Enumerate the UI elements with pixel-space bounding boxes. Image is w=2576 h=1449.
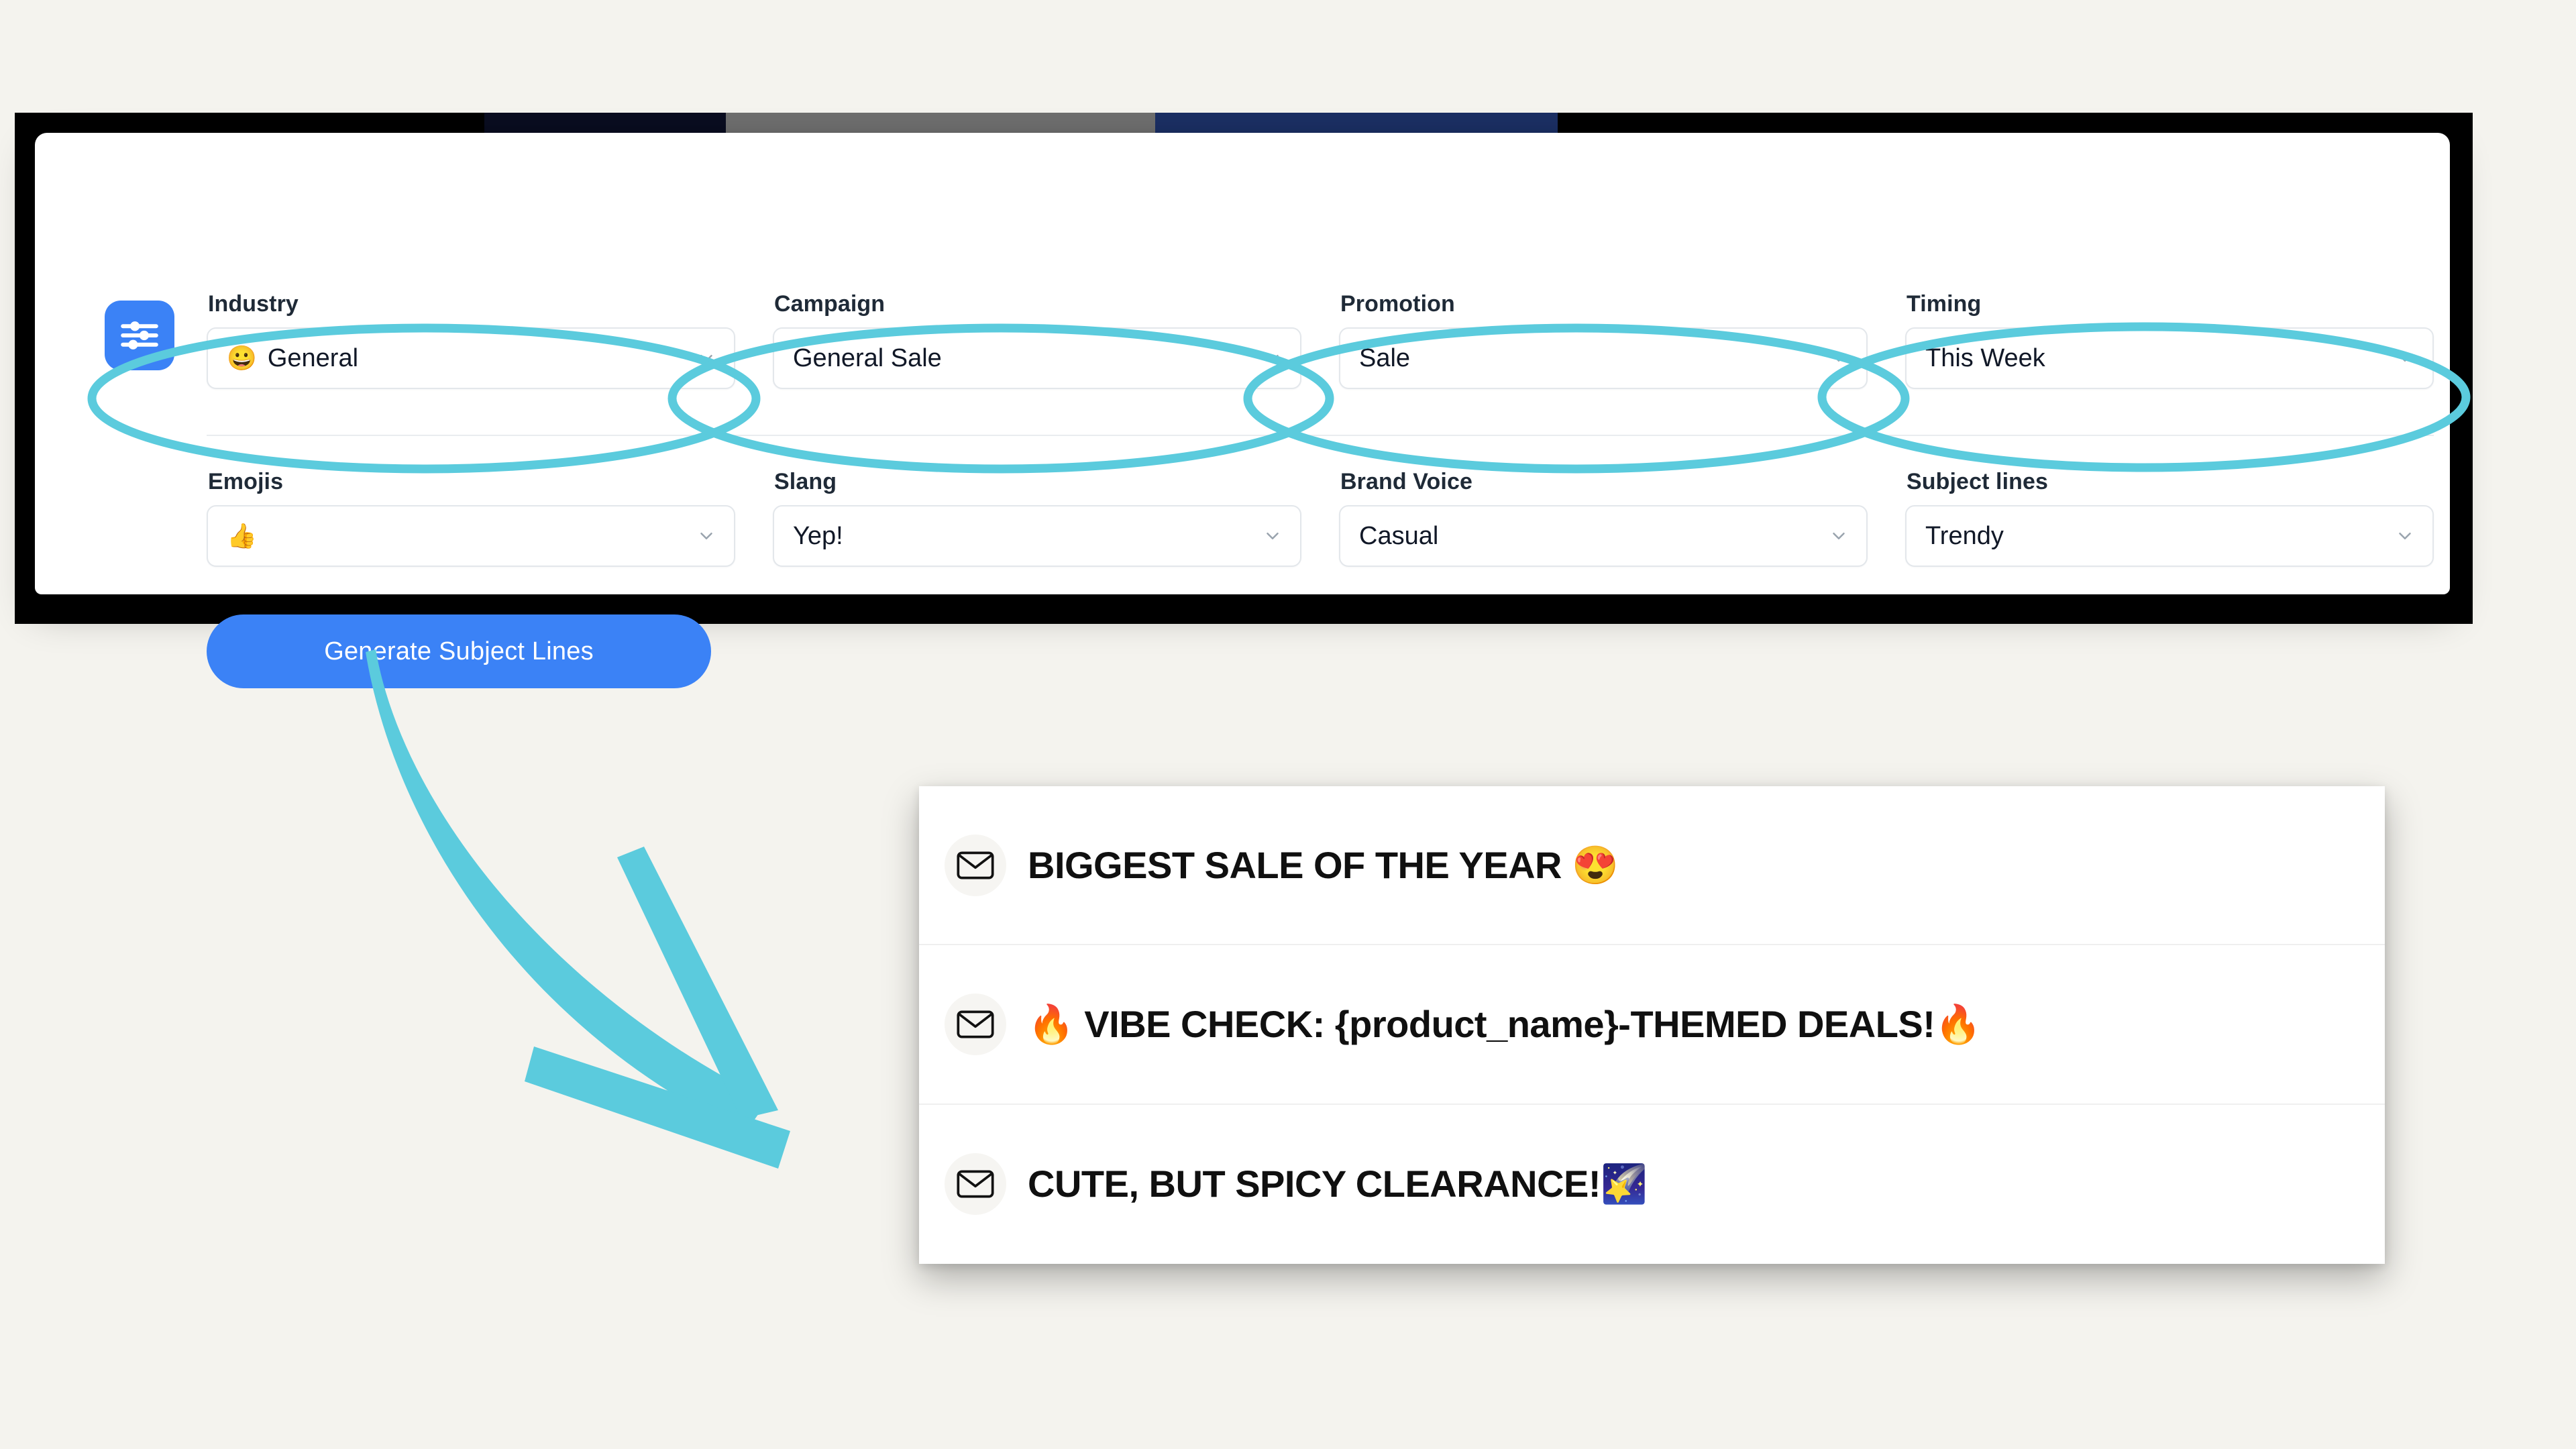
industry-dropdown[interactable]: 😀 General bbox=[207, 327, 735, 389]
pointer-arrow bbox=[366, 649, 790, 1169]
field-campaign: Campaign General Sale bbox=[773, 292, 1301, 389]
industry-value: General bbox=[267, 344, 359, 372]
field-brand-voice: Brand Voice Casual bbox=[1339, 470, 1868, 567]
campaign-value-wrap: General Sale bbox=[793, 345, 942, 371]
subject-line-row[interactable]: CUTE, BUT SPICY CLEARANCE!🌠 bbox=[919, 1105, 2385, 1264]
brand-voice-value-wrap: Casual bbox=[1359, 523, 1438, 549]
chevron-down-icon[interactable] bbox=[1829, 526, 1849, 546]
panel-divider bbox=[207, 435, 2434, 436]
thumbs-up-icon: 👍 bbox=[227, 522, 257, 549]
filters-row-secondary: Emojis 👍 Slang Yep! Brand Voice Casual S… bbox=[207, 470, 2434, 567]
promotion-value-wrap: Sale bbox=[1359, 345, 1410, 371]
label-slang: Slang bbox=[774, 469, 837, 494]
subject-line-text: 🔥 VIBE CHECK: {product_name}-THEMED DEAL… bbox=[1028, 1002, 1982, 1045]
subject-lines-dropdown[interactable]: Trendy bbox=[1905, 505, 2434, 567]
label-subject-lines: Subject lines bbox=[1907, 469, 2049, 494]
subject-line-text: BIGGEST SALE OF THE YEAR 😍 bbox=[1028, 843, 1619, 886]
label-brand-voice: Brand Voice bbox=[1340, 469, 1472, 494]
field-emojis: Emojis 👍 bbox=[207, 470, 735, 567]
label-industry: Industry bbox=[208, 291, 299, 317]
chevron-down-icon[interactable] bbox=[1829, 348, 1849, 368]
subject-lines-value: Trendy bbox=[1925, 522, 2004, 550]
subject-line-text: CUTE, BUT SPICY CLEARANCE!🌠 bbox=[1028, 1163, 1648, 1205]
slang-value-wrap: Yep! bbox=[793, 523, 843, 549]
filters-row-primary: Industry 😀 General Campaign General Sale bbox=[207, 292, 2434, 389]
field-slang: Slang Yep! bbox=[773, 470, 1301, 567]
chevron-down-icon[interactable] bbox=[696, 348, 716, 368]
subject-line-row[interactable]: BIGGEST SALE OF THE YEAR 😍 bbox=[919, 786, 2385, 946]
timing-dropdown[interactable]: This Week bbox=[1905, 327, 2434, 389]
brand-voice-dropdown[interactable]: Casual bbox=[1339, 505, 1868, 567]
timing-value-wrap: This Week bbox=[1925, 345, 2045, 371]
chevron-down-icon[interactable] bbox=[2395, 526, 2415, 546]
generated-subject-lines-card: BIGGEST SALE OF THE YEAR 😍 🔥 VIBE CHECK:… bbox=[919, 786, 2385, 1264]
chevron-down-icon[interactable] bbox=[2395, 348, 2415, 368]
chevron-down-icon[interactable] bbox=[1263, 526, 1283, 546]
subject-line-generator-panel: Industry 😀 General Campaign General Sale bbox=[35, 133, 2450, 688]
envelope-icon bbox=[945, 834, 1006, 896]
timing-value: This Week bbox=[1925, 344, 2045, 372]
field-industry: Industry 😀 General bbox=[207, 292, 735, 389]
sliders-icon bbox=[105, 301, 174, 370]
promotion-value: Sale bbox=[1359, 344, 1411, 372]
slang-value: Yep! bbox=[793, 522, 843, 550]
industry-value-wrap: 😀 General bbox=[227, 345, 358, 371]
subject-lines-value-wrap: Trendy bbox=[1925, 523, 2004, 549]
subject-line-row[interactable]: 🔥 VIBE CHECK: {product_name}-THEMED DEAL… bbox=[919, 945, 2385, 1105]
label-promotion: Promotion bbox=[1340, 291, 1455, 317]
chevron-down-icon[interactable] bbox=[696, 526, 716, 546]
emojis-value-wrap: 👍 bbox=[227, 524, 268, 548]
label-timing: Timing bbox=[1907, 291, 1982, 317]
slang-dropdown[interactable]: Yep! bbox=[773, 505, 1301, 567]
label-campaign: Campaign bbox=[774, 291, 885, 317]
chevron-down-icon[interactable] bbox=[1263, 348, 1283, 368]
field-timing: Timing This Week bbox=[1905, 292, 2434, 389]
label-emojis: Emojis bbox=[208, 469, 284, 494]
brand-voice-value: Casual bbox=[1359, 522, 1439, 550]
field-subject-lines: Subject lines Trendy bbox=[1905, 470, 2434, 567]
generate-subject-lines-button[interactable]: Generate Subject Lines bbox=[207, 614, 711, 688]
envelope-icon bbox=[945, 993, 1006, 1055]
field-promotion: Promotion Sale bbox=[1339, 292, 1868, 389]
emojis-dropdown[interactable]: 👍 bbox=[207, 505, 735, 567]
envelope-icon bbox=[945, 1153, 1006, 1216]
campaign-value: General Sale bbox=[793, 344, 942, 372]
promotion-dropdown[interactable]: Sale bbox=[1339, 327, 1868, 389]
grinning-face-icon: 😀 bbox=[227, 344, 257, 372]
campaign-dropdown[interactable]: General Sale bbox=[773, 327, 1301, 389]
